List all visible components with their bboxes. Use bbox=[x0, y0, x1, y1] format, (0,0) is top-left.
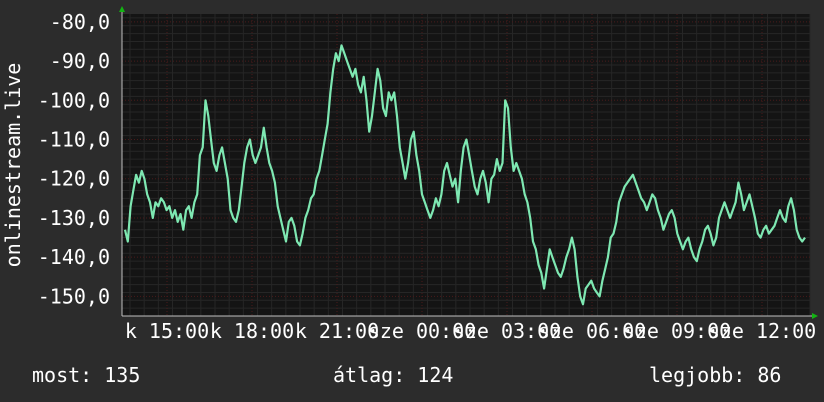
x-tick-labels: k 15:00 k 18:00 k 21:00sze 00:00sze 03:00s… bbox=[125, 319, 816, 343]
stat-now: most: 135 bbox=[32, 363, 140, 387]
y-axis-label: onlinestream.live bbox=[1, 63, 25, 268]
y-tick-label: -80,0 bbox=[50, 10, 110, 34]
x-tick-label: k 15:00 bbox=[125, 319, 209, 343]
y-tick-label: -90,0 bbox=[50, 49, 110, 73]
stat-best: legjobb: 86 bbox=[649, 363, 781, 387]
x-tick-label: k 18:00 bbox=[210, 319, 294, 343]
y-tick-label: -130,0 bbox=[38, 206, 110, 230]
y-tick-label: -120,0 bbox=[38, 167, 110, 191]
y-tick-label: -110,0 bbox=[38, 128, 110, 152]
x-tick-label: sze 12:00 bbox=[708, 319, 816, 343]
y-tick-label: -140,0 bbox=[38, 245, 110, 269]
signal-chart: -80,0 -90,0 -100,0 -110,0 -120,0 -130,0 -140,0… bbox=[0, 0, 824, 402]
y-tick-label: -150,0 bbox=[38, 284, 110, 308]
y-tick-label: -100,0 bbox=[38, 88, 110, 112]
stat-average: átlag: 124 bbox=[333, 363, 453, 387]
x-tick-label: k 21:00 bbox=[295, 319, 379, 343]
